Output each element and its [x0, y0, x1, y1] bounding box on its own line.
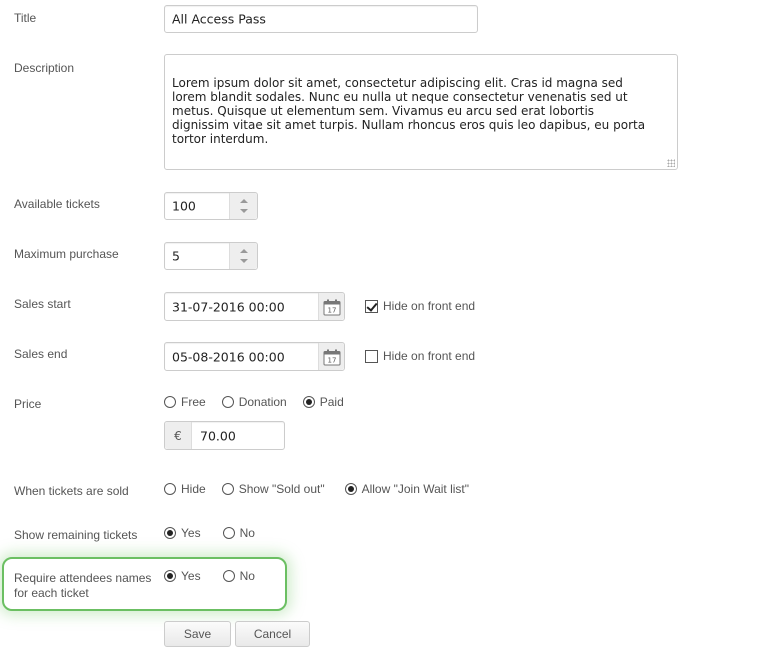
- sales-end-hide-label: Hide on front end: [383, 349, 476, 363]
- radio-icon[interactable]: [221, 396, 234, 408]
- price-option-label: Donation: [238, 395, 287, 409]
- maximum-purchase-label: Maximum purchase: [14, 247, 119, 261]
- maximum-purchase-value: 5: [172, 248, 180, 264]
- price-radio-group: Free Donation Paid: [164, 395, 360, 409]
- show-remaining-option-label: No: [239, 526, 255, 540]
- price-option-label: Free: [181, 395, 206, 409]
- require-names-option-label: Yes: [181, 569, 201, 583]
- description-textarea[interactable]: Lorem ipsum dolor sit amet, consectetur …: [164, 54, 678, 170]
- sales-start-label: Sales start: [14, 297, 71, 311]
- calendar-icon: 17: [323, 299, 341, 316]
- price-option-free[interactable]: Free: [164, 395, 206, 409]
- require-names-radio-group: Yes No: [164, 569, 271, 583]
- sales-start-input[interactable]: 31-07-2016 00:00 17: [164, 292, 345, 321]
- title-label: Title: [14, 11, 37, 25]
- available-tickets-value: 100: [172, 198, 196, 214]
- resize-grip-icon[interactable]: [667, 159, 675, 167]
- description-label: Description: [14, 61, 75, 75]
- price-amount-input[interactable]: € 70.00: [164, 421, 285, 450]
- radio-selected-icon[interactable]: [344, 483, 357, 495]
- when-sold-label: When tickets are sold: [14, 484, 129, 498]
- cancel-button[interactable]: Cancel: [235, 621, 310, 647]
- radio-icon[interactable]: [164, 396, 176, 408]
- radio-icon[interactable]: [164, 483, 176, 495]
- checkbox-checked-icon[interactable]: [365, 299, 378, 313]
- sales-start-hide-label: Hide on front end: [383, 299, 476, 313]
- maximum-purchase-spinner[interactable]: [229, 243, 257, 269]
- sales-end-calendar-button[interactable]: 17: [318, 343, 344, 370]
- require-names-option-yes[interactable]: Yes: [164, 569, 201, 583]
- radio-icon[interactable]: [221, 483, 234, 495]
- calendar-day: 17: [328, 357, 337, 365]
- when-sold-option-label: Allow "Join Wait list": [361, 482, 470, 496]
- checkbox-unchecked-icon[interactable]: [365, 349, 378, 363]
- radio-selected-icon[interactable]: [164, 570, 176, 582]
- show-remaining-option-no[interactable]: No: [222, 526, 255, 540]
- radio-selected-icon[interactable]: [302, 396, 315, 408]
- available-tickets-spinner[interactable]: [229, 193, 257, 219]
- calendar-icon: 17: [323, 349, 341, 366]
- sales-end-input[interactable]: 05-08-2016 00:00 17: [164, 342, 345, 371]
- price-label: Price: [14, 397, 42, 411]
- require-names-option-label: No: [239, 569, 255, 583]
- maximum-purchase-input[interactable]: 5: [164, 242, 258, 270]
- sales-start-calendar-button[interactable]: 17: [318, 293, 344, 320]
- show-remaining-option-yes[interactable]: Yes: [164, 526, 201, 540]
- when-sold-radio-group: Hide Show "Sold out" Allow "Join Wait li…: [164, 482, 485, 496]
- description-value: Lorem ipsum dolor sit amet, consectetur …: [172, 76, 646, 146]
- when-sold-option-label: Hide: [181, 482, 206, 496]
- when-sold-option-hide[interactable]: Hide: [164, 482, 206, 496]
- price-option-paid[interactable]: Paid: [302, 395, 344, 409]
- title-value: All Access Pass: [172, 11, 266, 27]
- save-button[interactable]: Save: [164, 621, 231, 647]
- sales-end-label: Sales end: [14, 347, 68, 361]
- increment-arrow-icon[interactable]: [239, 249, 248, 253]
- decrement-arrow-icon[interactable]: [239, 209, 248, 213]
- require-names-label-line1: Require attendees names: [14, 571, 152, 585]
- title-input[interactable]: All Access Pass: [164, 5, 478, 33]
- decrement-arrow-icon[interactable]: [239, 259, 248, 263]
- require-names-option-no[interactable]: No: [222, 569, 255, 583]
- radio-icon[interactable]: [222, 570, 235, 582]
- sales-end-value: 05-08-2016 00:00: [172, 349, 285, 364]
- price-option-donation[interactable]: Donation: [221, 395, 287, 409]
- price-option-label: Paid: [319, 395, 344, 409]
- show-remaining-option-label: Yes: [181, 526, 201, 540]
- available-tickets-input[interactable]: 100: [164, 192, 258, 220]
- require-names-label-line2: for each ticket: [14, 586, 89, 600]
- price-amount-value: 70.00: [200, 428, 236, 443]
- increment-arrow-icon[interactable]: [239, 199, 248, 203]
- euro-currency-icon: €: [165, 422, 192, 449]
- radio-selected-icon[interactable]: [164, 527, 176, 539]
- radio-icon[interactable]: [222, 527, 235, 539]
- sales-start-value: 31-07-2016 00:00: [172, 299, 285, 314]
- show-remaining-label: Show remaining tickets: [14, 528, 138, 542]
- show-remaining-radio-group: Yes No: [164, 526, 271, 540]
- when-sold-option-label: Show "Sold out": [238, 482, 325, 496]
- available-tickets-label: Available tickets: [14, 197, 100, 211]
- calendar-day: 17: [328, 307, 337, 315]
- sales-start-hide-checkbox[interactable]: Hide on front end: [365, 299, 475, 313]
- when-sold-option-wait-list[interactable]: Allow "Join Wait list": [344, 482, 470, 496]
- when-sold-option-sold-out[interactable]: Show "Sold out": [221, 482, 325, 496]
- sales-end-hide-checkbox[interactable]: Hide on front end: [365, 349, 475, 363]
